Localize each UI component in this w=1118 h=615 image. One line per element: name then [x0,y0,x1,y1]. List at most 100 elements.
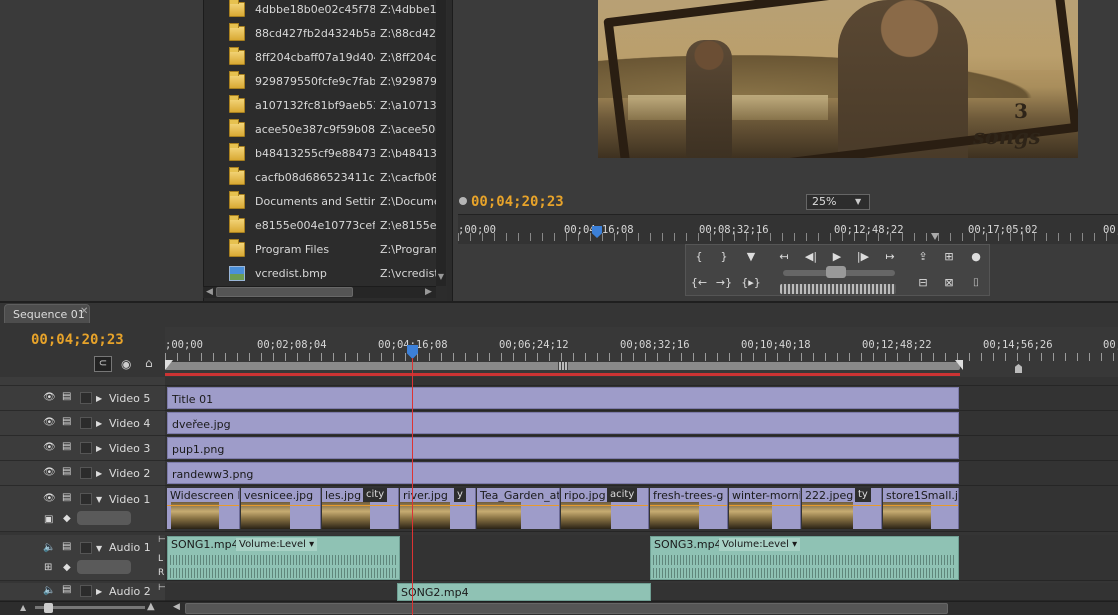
clip-randeww3[interactable]: randeww3.png [167,462,959,484]
effect-tag[interactable]: ty [855,488,871,502]
clip-dveree[interactable]: dveřee.jpg [167,412,959,434]
volume-dropdown[interactable]: Volume:Level ▾ [236,538,318,551]
work-area-grip[interactable] [558,362,568,370]
film-icon[interactable]: ▤ [62,492,76,504]
list-item[interactable]: cacfb08d686523411cab Z:\cacfb08 [204,166,448,190]
scroll-right-arrow-icon[interactable]: ▶ [425,287,432,297]
list-item[interactable]: 8ff204cbaff07a19d404 Z:\8ff204cb [204,46,448,70]
track-lane-video3[interactable]: pup1.png [165,436,1118,461]
track-lane-video2[interactable]: randeww3.png [165,461,1118,486]
list-item[interactable]: 88cd427fb2d4324b5a Z:\88cd427 [204,22,448,46]
project-vertical-scrollbar[interactable] [436,0,446,286]
list-item[interactable]: Program Files Z:\Program [204,238,448,262]
collapse-arrow-icon[interactable]: ▼ [96,544,102,553]
list-item[interactable]: vcredist.bmp Z:\vcredist [204,262,448,286]
go-to-out-icon[interactable]: ↦ [879,247,901,267]
expand-arrow-icon[interactable]: ▶ [96,469,102,478]
jog-thumb[interactable] [826,266,846,278]
snap-icon[interactable]: ⊂ [94,356,112,372]
expand-arrow-icon[interactable]: ▶ [96,394,102,403]
list-item[interactable]: e8155e004e10773cef Z:\e8155e0 [204,214,448,238]
keyframe-navigator[interactable] [77,511,131,525]
track-lane-audio2[interactable]: SONG2.mp4 [165,583,1118,601]
film-icon[interactable]: ▤ [62,584,76,596]
expand-arrow-icon[interactable]: ▶ [96,444,102,453]
lock-toggle[interactable] [80,417,92,429]
film-icon[interactable]: ▤ [62,416,76,428]
close-icon[interactable]: ✕ [80,306,88,317]
trim-left-icon[interactable]: {← [688,273,710,293]
expand-arrow-icon[interactable]: ▶ [96,419,102,428]
step-forward-icon[interactable]: |▶ [852,247,874,267]
step-back-icon[interactable]: ◀| [800,247,822,267]
trim-monitor-icon[interactable]: ⊠ [938,273,960,293]
clip-widescreen[interactable]: Widescreen H [167,488,240,529]
eye-icon[interactable]: 👁 [43,467,57,478]
lock-toggle[interactable] [80,493,92,505]
clip-title-01[interactable]: Title 01 [167,387,959,409]
list-item[interactable]: acee50e387c9f59b08b8 Z:\acee50e [204,118,448,142]
film-icon[interactable]: ▤ [62,391,76,403]
waveform-icon[interactable]: ⊞ [44,562,52,573]
safe-margins-icon[interactable]: ⊞ [938,247,960,267]
clip-pup1[interactable]: pup1.png [167,437,959,459]
volume-dropdown[interactable]: Volume:Level ▾ [719,538,801,551]
play-icon[interactable]: ▶ [826,247,848,267]
go-to-in-icon[interactable]: ↤ [773,247,795,267]
track-lane-video5[interactable]: Title 01 [165,386,1118,411]
sequence-timecode[interactable]: 00;04;20;23 [31,332,124,348]
track-lane-video1[interactable]: Widescreen H vesnicee.jpg les.jpg city r… [165,486,1118,532]
output-icon[interactable]: ● [965,247,987,267]
zoom-out-icon[interactable]: ▲ [20,603,26,612]
display-style-icon[interactable]: ▣ [44,514,53,525]
clip-store1small[interactable]: store1Small.jp [883,488,959,529]
clip-les[interactable]: les.jpg city [322,488,399,529]
tab-sequence-01[interactable]: Sequence 01 [4,304,90,323]
film-icon[interactable]: ▤ [62,466,76,478]
list-item[interactable]: 929879550fcfe9c7faba Z:\9298795 [204,70,448,94]
list-item[interactable]: Documents and Setting Z:\Docume [204,190,448,214]
keyframe-navigator[interactable] [77,560,131,574]
collapse-arrow-icon[interactable]: ▼ [96,495,102,504]
list-item[interactable]: 4dbbe18b0e02c45f78c Z:\4dbbe18 [204,0,448,22]
clip-vesnicee[interactable]: vesnicee.jpg [241,488,321,529]
scroll-left-arrow-icon[interactable]: ◀ [206,287,213,297]
speaker-icon[interactable]: 🔈 [43,585,57,596]
scroll-down-arrow-icon[interactable]: ▼ [436,272,446,284]
export-frame-icon[interactable]: ⌷ [965,273,987,293]
film-icon[interactable]: ▤ [62,441,76,453]
play-in-to-out-icon[interactable]: {▸} [740,273,762,293]
shuttle-control[interactable] [780,284,896,294]
clip-winter-morning[interactable]: winter-morni [729,488,801,529]
speaker-icon[interactable]: 🔈 [43,542,57,553]
list-item[interactable]: b48413255cf9e8847345 Z:\b484132 [204,142,448,166]
marker-icon[interactable]: ◉ [121,357,131,371]
track-lane-video4[interactable]: dveřee.jpg [165,411,1118,436]
clip-tea-garden[interactable]: Tea_Garden_at [477,488,560,529]
timeline-horizontal-scrollbar[interactable] [185,603,948,614]
effect-tag[interactable]: city [363,488,388,502]
list-item[interactable]: a107132fc81bf9aeb538 Z:\a107132 [204,94,448,118]
clip-song3[interactable]: SONG3.mp4 Volume:Level ▾ [650,536,959,580]
clip-song1[interactable]: SONG1.mp4 Volume:Level ▾ [167,536,400,580]
project-scroll-thumb[interactable] [216,287,353,297]
eye-icon[interactable]: 👁 [43,442,57,453]
zoom-in-icon[interactable]: ▲ [147,601,155,612]
eye-icon[interactable]: 👁 [43,392,57,403]
chevron-down-icon[interactable]: ▼ [855,197,861,206]
program-time-ruler[interactable]: ;00;00 00;04;16;08 00;08;32;16 00;12;48;… [458,214,1118,244]
timeline-zoom-thumb[interactable] [44,603,53,613]
clip-fresh-trees[interactable]: fresh-trees-g [650,488,728,529]
mark-in-icon[interactable]: { [688,247,710,267]
expand-arrow-icon[interactable]: ▶ [96,587,102,596]
keyframe-icon[interactable]: ◆ [63,513,71,524]
home-marker-icon[interactable]: ⌂ [145,356,153,370]
trim-right-icon[interactable]: →} [713,273,735,293]
clip-song2[interactable]: SONG2.mp4 [397,583,651,601]
extract-icon[interactable]: ⊟ [912,273,934,293]
mark-out-icon[interactable]: } [713,247,735,267]
keyframe-icon[interactable]: ◆ [63,562,71,573]
lock-toggle[interactable] [80,392,92,404]
film-icon[interactable]: ▤ [62,541,76,553]
clip-222[interactable]: 222.jpeg ty [802,488,882,529]
